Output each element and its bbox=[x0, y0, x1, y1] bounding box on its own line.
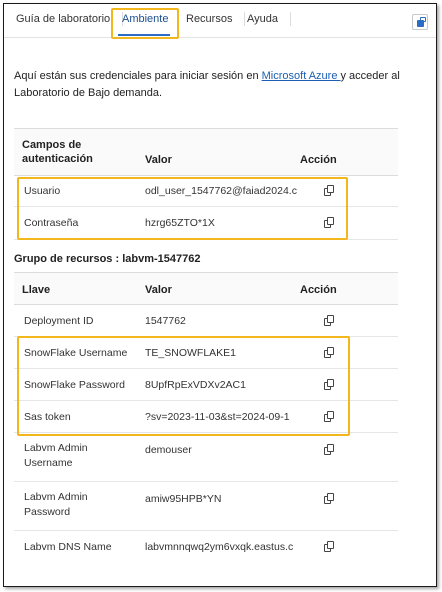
admin-password-label: Labvm Admin Password bbox=[24, 491, 88, 518]
copy-icon[interactable] bbox=[324, 379, 335, 390]
credentials-intro: Aquí están sus credenciales para iniciar… bbox=[14, 68, 409, 102]
deployment-id-value: 1547762 bbox=[145, 315, 186, 327]
admin-username-value: demouser bbox=[145, 444, 192, 456]
sas-token-value: ?sv=2023-11-03&st=2024-09-1 bbox=[145, 411, 290, 423]
admin-username-label: Labvm Admin Username bbox=[24, 442, 88, 469]
dns-name-label: Labvm DNS Name bbox=[24, 541, 112, 553]
dns-name-value: labvmnnqwq2ym6vxqk.eastus.c bbox=[145, 541, 294, 553]
copy-icon[interactable] bbox=[324, 347, 335, 358]
tab-bar: Guía de laboratorio Ambiente Recursos Ay… bbox=[4, 4, 436, 39]
col-value: Valor bbox=[145, 284, 172, 296]
snowflake-username-value: TE_SNOWFLAKE1 bbox=[145, 347, 237, 359]
copy-icon[interactable] bbox=[324, 315, 335, 326]
lab-environment-panel: Guía de laboratorio Ambiente Recursos Ay… bbox=[3, 3, 437, 587]
active-tab-highlight bbox=[111, 8, 179, 39]
user-value: odl_user_1547762@faiad2024.c bbox=[145, 185, 297, 197]
col-action: Acción bbox=[300, 284, 337, 296]
auth-row-password: Contraseña hzrg65ZTO*1X bbox=[14, 207, 398, 240]
copy-icon[interactable] bbox=[324, 493, 335, 504]
password-value: hzrg65ZTO*1X bbox=[145, 217, 215, 229]
deployment-id-label: Deployment ID bbox=[24, 315, 94, 327]
resource-row: Deployment ID 1547762 bbox=[14, 305, 398, 337]
snowflake-username-label: SnowFlake Username bbox=[24, 347, 128, 359]
tab-resources[interactable]: Recursos bbox=[186, 12, 246, 26]
copy-icon[interactable] bbox=[324, 185, 335, 196]
resource-row: Labvm Admin Username demouser bbox=[14, 433, 398, 482]
resource-table-header: Llave Valor Acción bbox=[14, 272, 398, 305]
resource-row: Labvm Admin Password amiw95HPB*YN bbox=[14, 482, 398, 531]
col-key: Llave bbox=[22, 284, 51, 296]
col-action: Acción bbox=[300, 154, 337, 166]
microsoft-azure-link[interactable]: Microsoft Azure bbox=[262, 70, 341, 82]
tab-help[interactable]: Ayuda bbox=[247, 12, 291, 26]
auth-row-user: Usuario odl_user_1547762@faiad2024.c bbox=[14, 176, 398, 207]
col-auth-fields: Campos de autenticación bbox=[22, 139, 93, 165]
snowflake-password-label: SnowFlake Password bbox=[24, 379, 125, 391]
user-label: Usuario bbox=[24, 185, 61, 197]
split-window-icon[interactable] bbox=[412, 14, 428, 30]
copy-icon[interactable] bbox=[324, 541, 335, 552]
resource-row: SnowFlake Username TE_SNOWFLAKE1 bbox=[14, 337, 398, 369]
col-value: Valor bbox=[145, 154, 172, 166]
resource-row: Sas token ?sv=2023-11-03&st=2024-09-1 bbox=[14, 401, 398, 433]
tab-lab-guide[interactable]: Guía de laboratorio bbox=[16, 12, 124, 26]
resource-row: SnowFlake Password 8UpfRpExVDXv2AC1 bbox=[14, 369, 398, 401]
admin-password-value: amiw95HPB*YN bbox=[145, 493, 222, 505]
sas-token-label: Sas token bbox=[24, 411, 71, 423]
password-label: Contraseña bbox=[24, 217, 79, 229]
copy-icon[interactable] bbox=[324, 444, 335, 455]
resource-group-title: Grupo de recursos : labvm-1547762 bbox=[14, 253, 201, 265]
intro-text-before: Aquí están sus credenciales para iniciar… bbox=[14, 70, 262, 82]
copy-icon[interactable] bbox=[324, 411, 335, 422]
copy-icon[interactable] bbox=[324, 217, 335, 228]
auth-table-header: Campos de autenticación Valor Acción bbox=[14, 128, 398, 176]
snowflake-password-value: 8UpfRpExVDXv2AC1 bbox=[145, 379, 246, 391]
resource-row: Labvm DNS Name labvmnnqwq2ym6vxqk.eastus… bbox=[14, 531, 398, 565]
